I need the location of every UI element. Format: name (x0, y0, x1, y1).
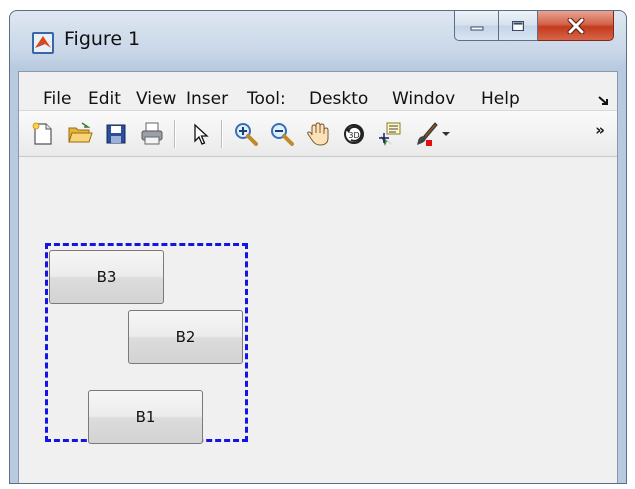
figure-canvas: B3 B2 B1 (19, 157, 617, 483)
title-bar[interactable]: Figure 1 (10, 11, 626, 71)
close-icon (567, 17, 584, 34)
data-cursor-icon (379, 122, 401, 146)
b3-button[interactable]: B3 (49, 250, 164, 304)
menu-file[interactable]: File (43, 89, 71, 109)
menu-desktop[interactable]: Deskto (309, 89, 368, 109)
svg-text:3D: 3D (348, 131, 359, 140)
open-file-icon (68, 122, 93, 143)
data-cursor-button[interactable] (375, 119, 405, 149)
pan-button[interactable] (303, 119, 333, 149)
figure-window: Figure 1 File Edit View Inser Tool: Desk… (9, 10, 627, 484)
figure-toolbar: 3D » (19, 111, 617, 157)
print-icon (141, 122, 163, 145)
menu-help[interactable]: Help (481, 89, 520, 109)
menu-overflow-icon[interactable] (597, 94, 609, 106)
brush-button[interactable] (411, 119, 441, 149)
save-icon (106, 124, 126, 144)
new-figure-icon (32, 122, 52, 145)
b1-button[interactable]: B1 (88, 390, 203, 444)
menu-insert[interactable]: Inser (186, 89, 228, 109)
new-figure-button[interactable] (28, 119, 58, 149)
menu-window[interactable]: Windov (392, 89, 455, 109)
matlab-app-icon (32, 32, 54, 54)
menu-edit[interactable]: Edit (88, 89, 121, 109)
pan-icon (307, 122, 329, 146)
close-button[interactable] (538, 11, 614, 41)
menu-tools[interactable]: Tool: (247, 89, 286, 109)
maximize-button[interactable] (498, 11, 538, 41)
caption-buttons (454, 11, 614, 43)
save-button[interactable] (101, 119, 131, 149)
minimize-icon (470, 26, 483, 30)
zoom-in-icon (235, 123, 258, 146)
zoom-out-button[interactable] (267, 119, 297, 149)
menu-bar: File Edit View Inser Tool: Deskto Windov… (19, 72, 617, 111)
brush-dropdown-icon (442, 132, 450, 136)
menu-view[interactable]: View (136, 89, 176, 109)
zoom-out-icon (271, 123, 294, 146)
maximize-icon (512, 20, 524, 31)
edit-plot-icon (194, 123, 209, 145)
toolbar-separator (221, 120, 223, 148)
print-button[interactable] (137, 119, 167, 149)
window-title: Figure 1 (64, 28, 141, 50)
rotate-3d-button[interactable]: 3D (339, 119, 369, 149)
brush-dropdown-button[interactable] (439, 119, 453, 149)
toolbar-overflow-button[interactable]: » (595, 121, 605, 139)
toolbar-separator (174, 120, 176, 148)
open-file-button[interactable] (65, 119, 95, 149)
minimize-button[interactable] (454, 11, 498, 41)
brush-icon (417, 122, 438, 146)
edit-plot-button[interactable] (185, 119, 215, 149)
zoom-in-button[interactable] (231, 119, 261, 149)
b2-button[interactable]: B2 (128, 310, 243, 364)
figure-client-area: File Edit View Inser Tool: Deskto Windov… (18, 71, 618, 483)
rotate-3d-icon: 3D (344, 124, 364, 144)
